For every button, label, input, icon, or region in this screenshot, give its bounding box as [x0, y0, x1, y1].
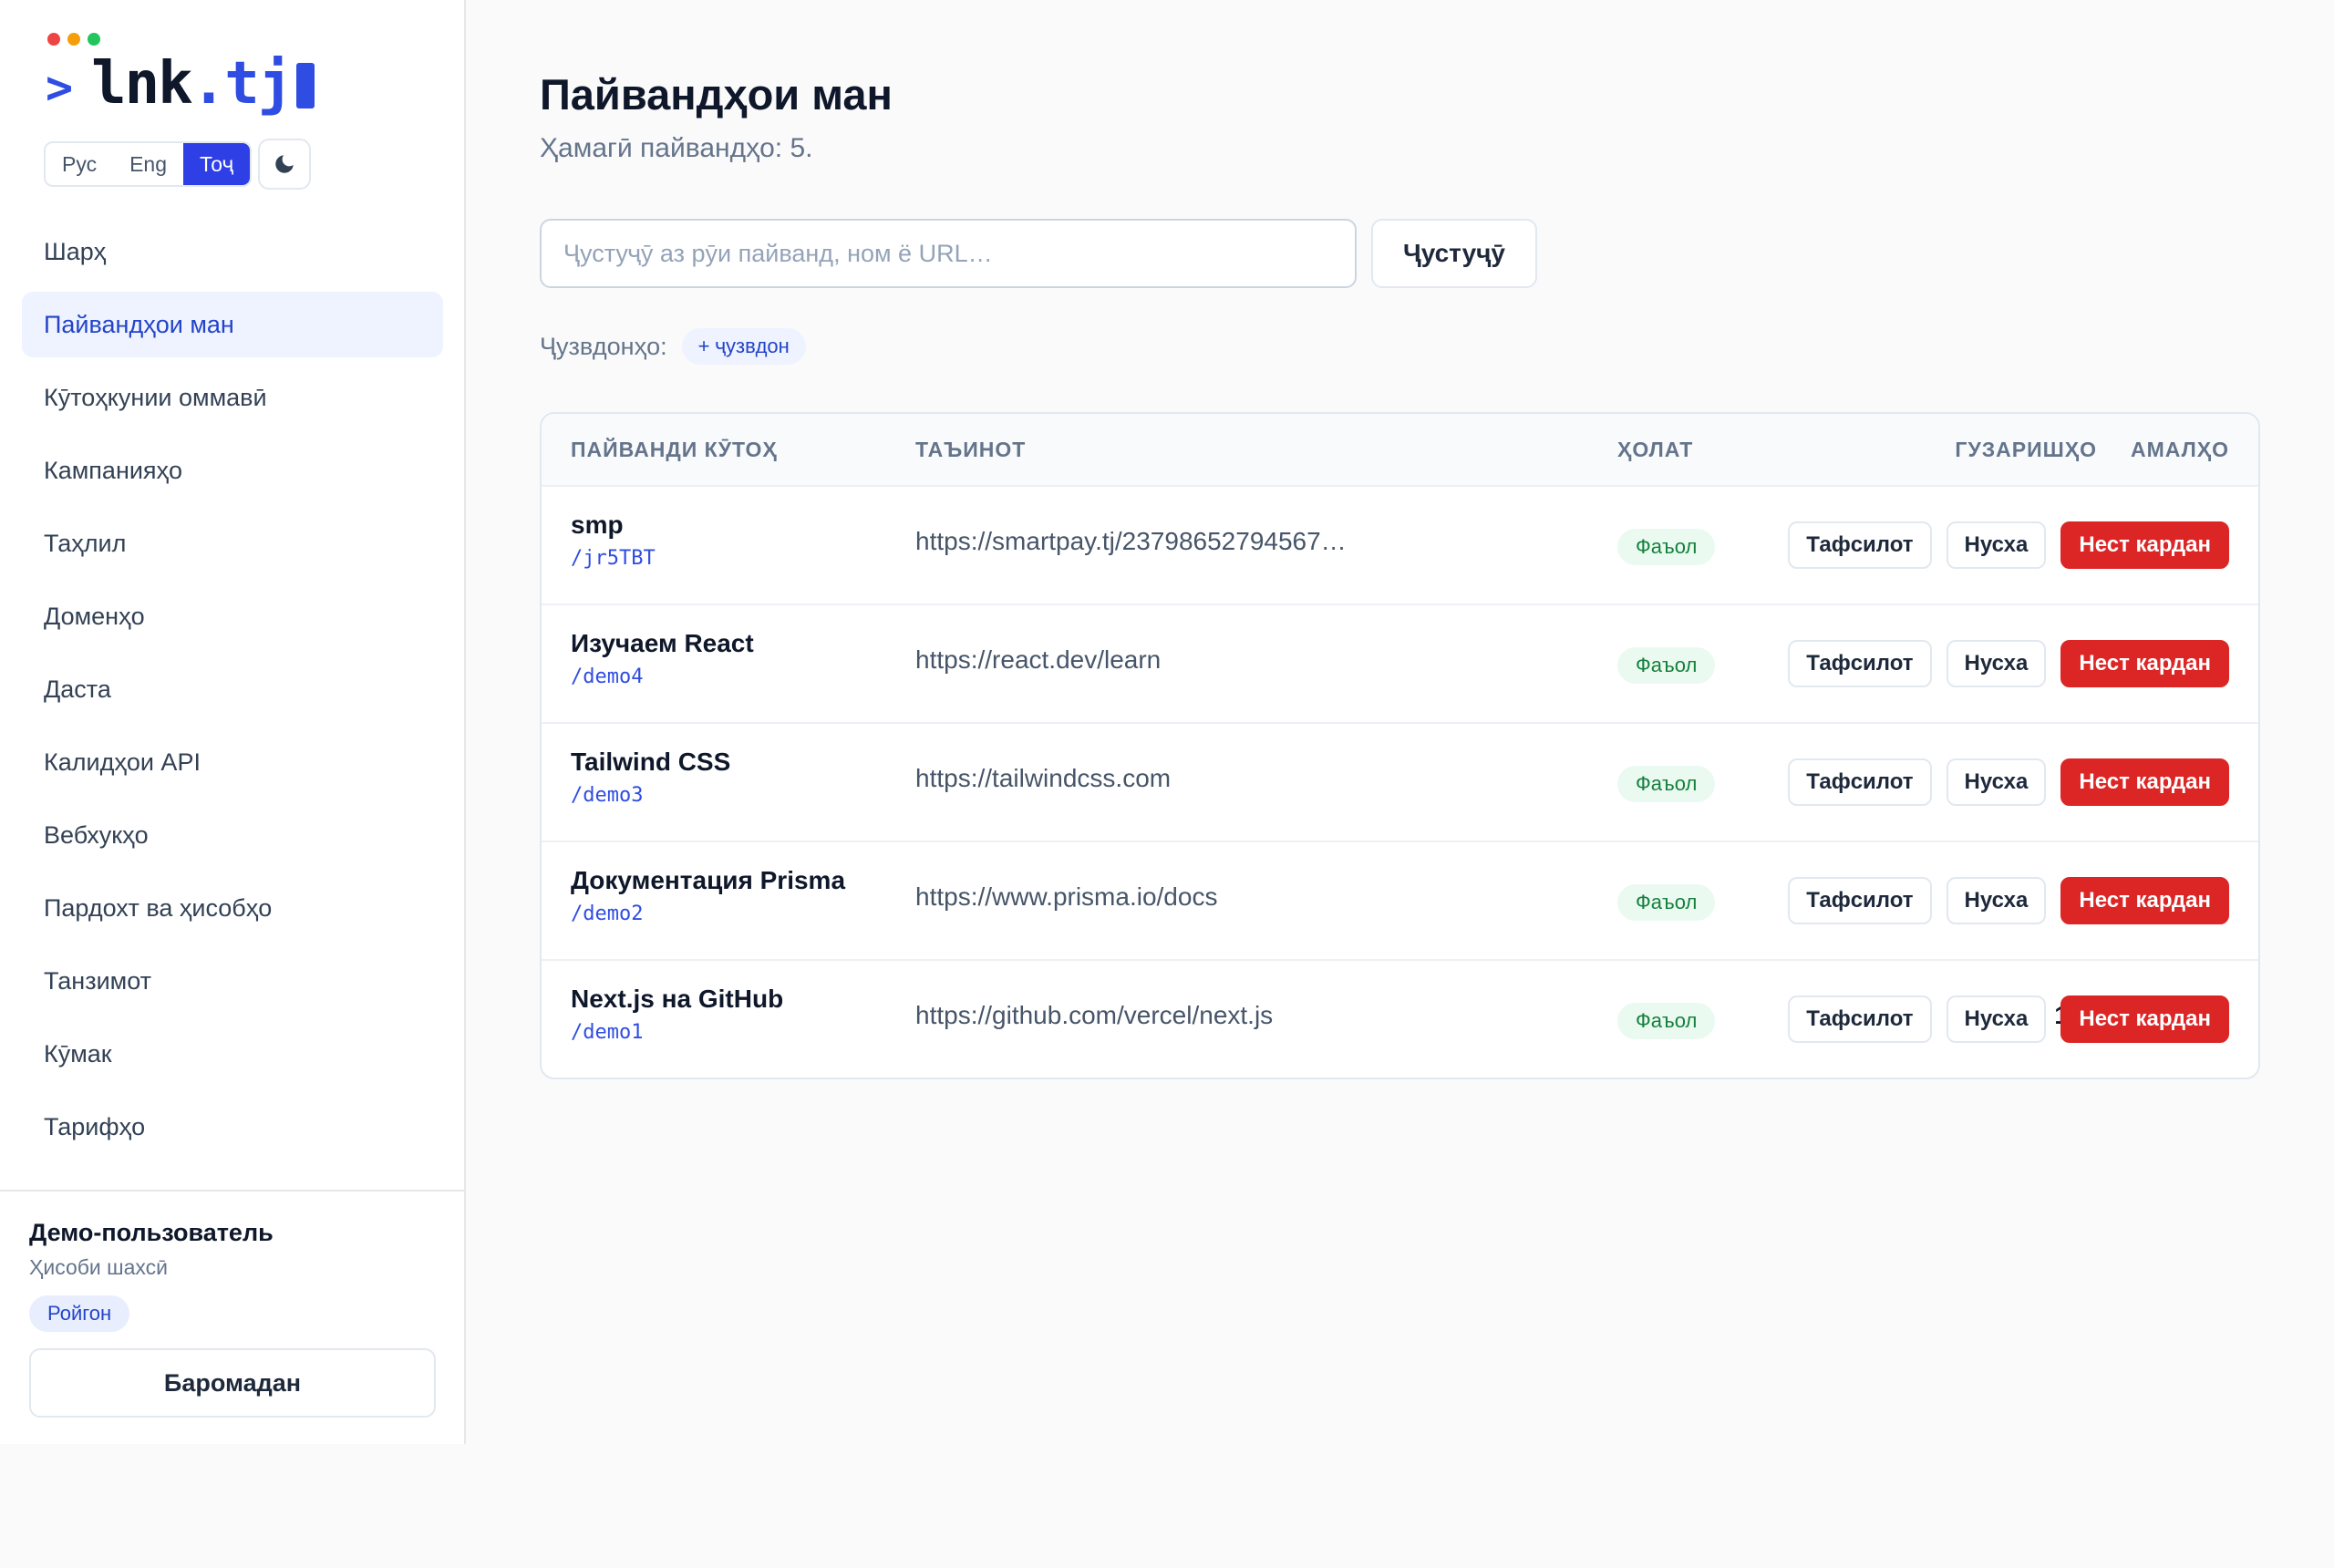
link-slug[interactable]: /demo4 [571, 665, 643, 688]
details-button[interactable]: Тафсилот [1788, 995, 1932, 1043]
link-slug[interactable]: /demo2 [571, 903, 643, 925]
sidebar-item-analytics[interactable]: Таҳлил [22, 511, 443, 576]
sidebar-item-bulk-shorten[interactable]: Кӯтоҳкунии оммавӣ [22, 365, 443, 430]
link-title: Tailwind CSS [571, 748, 731, 776]
search-button[interactable]: Ҷустуҷӯ [1371, 219, 1537, 288]
link-title: smp [571, 511, 624, 539]
account-type: Ҳисоби шахсӣ [29, 1255, 168, 1279]
row-actions: Тафсилот Нусха Нест кардан [1788, 758, 2229, 806]
status-badge: Фаъол [1617, 1003, 1716, 1039]
link-slug[interactable]: /demo1 [571, 1021, 643, 1044]
lang-tj-button[interactable]: Тоҷ [183, 143, 251, 185]
user-name: Демо-пользователь [29, 1219, 274, 1246]
column-clicks: ГУЗАРИШҲО [1955, 437, 2097, 461]
link-destination[interactable]: https://react.dev/learn [915, 645, 1353, 675]
table-header: ПАЙВАНДИ КӮТОҲ ТАЪИНОТ ГУЗАРИШҲО ҲОЛАТ А… [542, 414, 2258, 485]
link-slug[interactable]: /jr5TBT [571, 547, 656, 570]
add-folder-button[interactable]: + ҷузвдон [681, 328, 806, 365]
logo-name: lnk [91, 50, 193, 118]
page-subtitle: Ҳамагӣ пайвандҳо: 5. [540, 133, 813, 163]
copy-button[interactable]: Нусха [1946, 758, 2047, 806]
language-switcher: Рус Eng Тоҷ [44, 141, 253, 187]
table-row: Next.js на GitHub /demo1 https://github.… [542, 959, 2258, 1078]
table-row: Изучаем React /demo4 https://react.dev/l… [542, 603, 2258, 722]
link-slug[interactable]: /demo3 [571, 784, 643, 807]
green-dot [88, 33, 100, 46]
link-title: Изучаем React [571, 629, 754, 657]
page-title: Пайвандҳои ман [540, 70, 893, 119]
details-button[interactable]: Тафсилот [1788, 877, 1932, 924]
column-actions: АМАЛҲО [2130, 437, 2229, 461]
details-button[interactable]: Тафсилот [1788, 521, 1932, 569]
link-destination[interactable]: https://tailwindcss.com [915, 764, 1353, 793]
status-badge: Фаъол [1617, 884, 1716, 921]
delete-button[interactable]: Нест кардан [2060, 521, 2229, 569]
sidebar-item-help[interactable]: Кӯмак [22, 1021, 443, 1087]
sidebar-item-billing[interactable]: Пардохт ва ҳисобҳо [22, 875, 443, 941]
sidebar-item-pricing[interactable]: Тарифҳо [22, 1094, 443, 1160]
logo-cursor [296, 63, 315, 108]
link-destination[interactable]: https://www.prisma.io/docs [915, 882, 1353, 912]
link-destination[interactable]: https://smartpay.tj/23798652794567… [915, 527, 1353, 556]
copy-button[interactable]: Нусха [1946, 995, 2047, 1043]
copy-button[interactable]: Нусха [1946, 521, 2047, 569]
sidebar-footer: Демо-пользователь Ҳисоби шахсӣ Ройгон Ба… [0, 1190, 464, 1418]
delete-button[interactable]: Нест кардан [2060, 758, 2229, 806]
links-table: ПАЙВАНДИ КӮТОҲ ТАЪИНОТ ГУЗАРИШҲО ҲОЛАТ А… [540, 412, 2260, 1079]
delete-button[interactable]: Нест кардан [2060, 877, 2229, 924]
sidebar-item-domains[interactable]: Доменҳо [22, 583, 443, 649]
logo[interactable]: > lnk.tj [46, 49, 315, 122]
sidebar: > lnk.tj Рус Eng Тоҷ Шарҳ Пайвандҳои ман … [0, 0, 466, 1444]
search-input[interactable] [540, 219, 1357, 288]
details-button[interactable]: Тафсилот [1788, 640, 1932, 687]
row-actions: Тафсилот Нусха Нест кардан [1788, 995, 2229, 1043]
lang-ru-button[interactable]: Рус [46, 143, 113, 185]
theme-toggle-button[interactable] [258, 139, 311, 190]
sidebar-item-api-keys[interactable]: Калидҳои API [22, 729, 443, 795]
sidebar-nav: Шарҳ Пайвандҳои ман Кӯтоҳкунии оммавӣ Ка… [22, 219, 443, 1167]
sidebar-item-team[interactable]: Даста [22, 656, 443, 722]
status-badge: Фаъол [1617, 766, 1716, 802]
row-actions: Тафсилот Нусха Нест кардан [1788, 521, 2229, 569]
red-dot [47, 33, 60, 46]
folders-row: Ҷузвдонҳо: + ҷузвдон [540, 328, 806, 365]
folders-label: Ҷузвдонҳо: [540, 332, 667, 360]
link-destination[interactable]: https://github.com/vercel/next.js [915, 1001, 1353, 1030]
status-badge: Фаъол [1617, 529, 1716, 565]
sidebar-item-campaigns[interactable]: Кампанияҳо [22, 438, 443, 503]
column-status: ҲОЛАТ [1617, 437, 1694, 461]
sidebar-item-settings[interactable]: Танзимот [22, 948, 443, 1014]
row-actions: Тафсилот Нусха Нест кардан [1788, 877, 2229, 924]
moon-icon [275, 155, 294, 173]
copy-button[interactable]: Нусха [1946, 877, 2047, 924]
table-row: Tailwind CSS /demo3 https://tailwindcss.… [542, 722, 2258, 841]
status-badge: Фаъол [1617, 647, 1716, 684]
logo-tld: .tj [191, 50, 294, 118]
link-title: Next.js на GitHub [571, 985, 784, 1013]
table-row: Документация Prisma /demo2 https://www.p… [542, 841, 2258, 959]
details-button[interactable]: Тафсилот [1788, 758, 1932, 806]
column-destination: ТАЪИНОТ [915, 437, 1027, 461]
lang-en-button[interactable]: Eng [113, 143, 183, 185]
column-short-link: ПАЙВАНДИ КӮТОҲ [571, 437, 778, 461]
logo-prompt: > [46, 61, 73, 114]
sidebar-item-webhooks[interactable]: Вебхукҳо [22, 802, 443, 868]
link-title: Документация Prisma [571, 866, 846, 894]
yellow-dot [67, 33, 80, 46]
window-dots [47, 33, 100, 46]
row-actions: Тафсилот Нусха Нест кардан [1788, 640, 2229, 687]
sidebar-item-overview[interactable]: Шарҳ [22, 219, 443, 284]
plan-badge: Ройгон [29, 1295, 130, 1332]
copy-button[interactable]: Нусха [1946, 640, 2047, 687]
logout-button[interactable]: Баромадан [29, 1348, 436, 1418]
delete-button[interactable]: Нест кардан [2060, 640, 2229, 687]
delete-button[interactable]: Нест кардан [2060, 995, 2229, 1043]
table-row: smp /jr5TBT https://smartpay.tj/23798652… [542, 485, 2258, 603]
sidebar-item-my-links[interactable]: Пайвандҳои ман [22, 292, 443, 357]
